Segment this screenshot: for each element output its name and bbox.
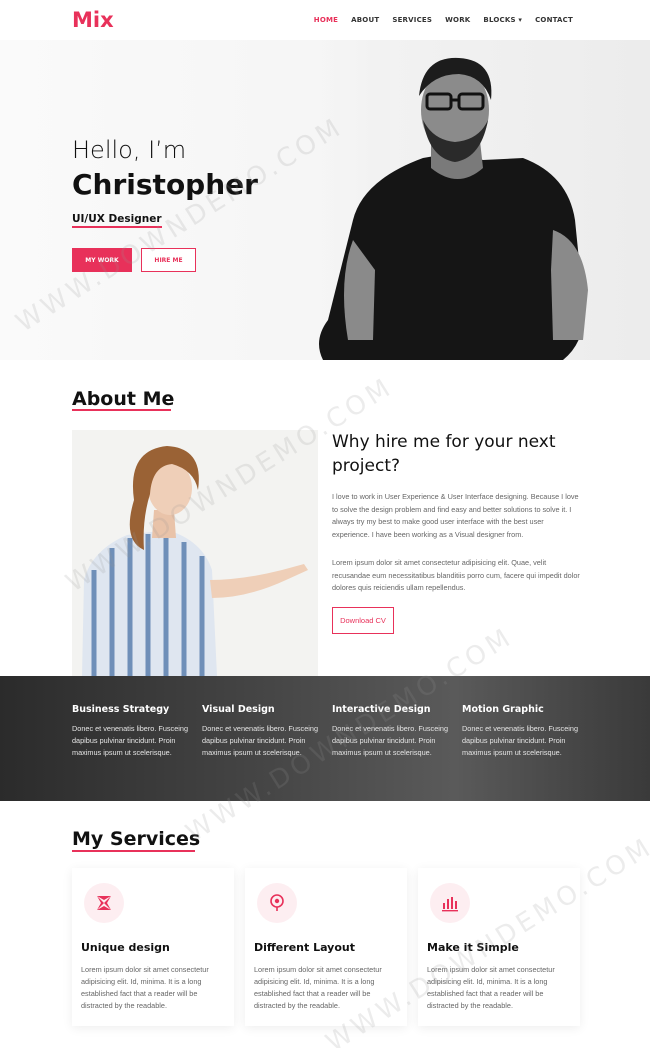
service-title: Different Layout [254, 941, 355, 954]
service-card: Different Layout Lorem ipsum dolor sit a… [245, 868, 407, 1026]
nav-item-contact[interactable]: CONTACT [535, 16, 573, 24]
hero-name: Christopher [72, 168, 258, 201]
skill-item: Motion Graphic Donec et venenatis libero… [462, 704, 582, 759]
nav-item-services[interactable]: SERVICES [392, 16, 432, 24]
my-work-button[interactable]: MY WORK [72, 248, 132, 272]
skill-title: Business Strategy [72, 704, 170, 715]
skill-item: Business Strategy Donec et venenatis lib… [72, 704, 192, 759]
service-card: Unique design Lorem ipsum dolor sit amet… [72, 868, 234, 1026]
skill-text: Donec et venenatis libero. Fusceing dapi… [462, 724, 579, 757]
skills-band: Business Strategy Donec et venenatis lib… [0, 676, 650, 801]
design-icon [84, 883, 124, 923]
skill-title: Visual Design [202, 704, 275, 715]
nav-item-work[interactable]: WORK [445, 16, 470, 24]
about-section-title: About Me [72, 388, 175, 410]
service-text: Lorem ipsum dolor sit amet consectetur a… [254, 965, 382, 1010]
services-title-underline [72, 850, 195, 852]
hero-greeting: Hello, I’m [72, 136, 187, 164]
about-paragraph-1: I love to work in User Experience & User… [332, 492, 579, 539]
service-title: Unique design [81, 941, 170, 954]
service-text: Lorem ipsum dolor sit amet consectetur a… [81, 965, 209, 1010]
site-logo[interactable]: Mix [72, 8, 114, 32]
skill-text: Donec et venenatis libero. Fusceing dapi… [332, 724, 449, 757]
service-title: Make it Simple [427, 941, 519, 954]
skill-title: Motion Graphic [462, 704, 544, 715]
about-heading: Why hire me for your next project? [332, 432, 556, 476]
hero-portrait-image [283, 40, 650, 360]
service-text: Lorem ipsum dolor sit amet consectetur a… [427, 965, 555, 1010]
services-section-title: My Services [72, 828, 201, 850]
download-cv-button[interactable]: Download CV [332, 607, 394, 634]
nav-item-about[interactable]: ABOUT [351, 16, 379, 24]
skill-title: Interactive Design [332, 704, 431, 715]
about-photo [72, 430, 318, 676]
layout-icon [257, 883, 297, 923]
nav-item-blocks[interactable]: BLOCKS ▾ [483, 16, 522, 24]
chart-icon [430, 883, 470, 923]
skill-text: Donec et venenatis libero. Fusceing dapi… [202, 724, 319, 757]
hero-role: UI/UX Designer [72, 213, 162, 228]
hero-section: Hello, I’m Christopher UI/UX Designer MY… [0, 40, 650, 360]
service-card: Make it Simple Lorem ipsum dolor sit ame… [418, 868, 580, 1026]
about-title-underline [72, 409, 171, 411]
nav-item-home[interactable]: HOME [314, 16, 338, 24]
skill-text: Donec et venenatis libero. Fusceing dapi… [72, 724, 189, 757]
nav-menu: HOME ABOUT SERVICES WORK BLOCKS ▾ CONTAC… [314, 16, 573, 24]
about-paragraph-2: Lorem ipsum dolor sit amet consectetur a… [332, 558, 580, 592]
top-navbar: Mix HOME ABOUT SERVICES WORK BLOCKS ▾ CO… [0, 0, 650, 40]
skill-item: Interactive Design Donec et venenatis li… [332, 704, 452, 759]
hire-me-button[interactable]: HIRE ME [141, 248, 196, 272]
skill-item: Visual Design Donec et venenatis libero.… [202, 704, 322, 759]
